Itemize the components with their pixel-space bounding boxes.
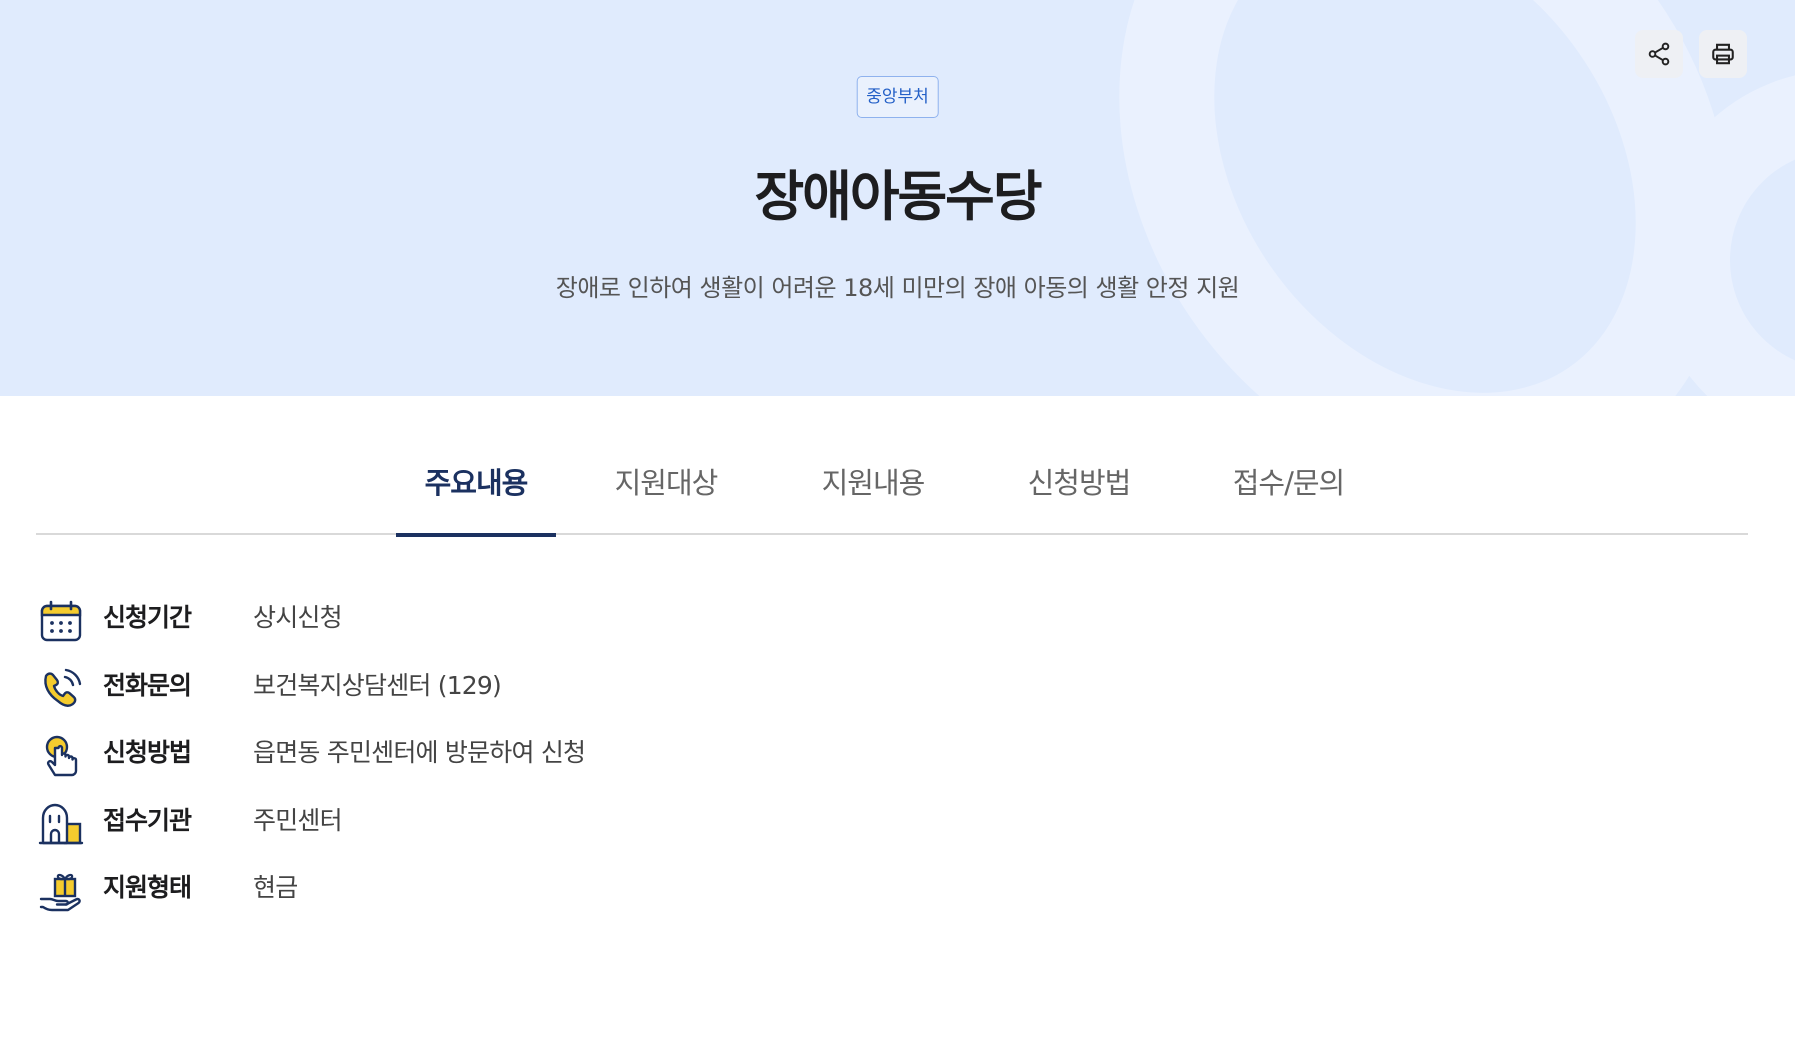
summary-value: 주민센터	[253, 805, 343, 835]
summary-label: 지원형태	[103, 873, 192, 902]
summary-row-agency: 접수기관 주민센터	[38, 791, 343, 859]
summary-row-support-type: 지원형태 현금	[38, 858, 298, 926]
summary-value: 현금	[253, 873, 298, 902]
building-icon	[38, 801, 84, 847]
phone-icon	[38, 666, 84, 712]
hero-banner: 중앙부처 장애아동수당 장애로 인하여 생활이 어려운 18세 미만의 장애 아…	[0, 0, 1795, 396]
summary-value: 상시신청	[253, 603, 343, 632]
summary-row-application-period: 신청기간 상시신청	[38, 588, 343, 656]
calendar-icon	[38, 599, 84, 645]
share-icon	[1648, 42, 1670, 66]
print-button[interactable]	[1699, 30, 1747, 78]
summary-row-phone: 전화문의 보건복지상담센터 (129)	[38, 656, 502, 724]
hero-actions	[1635, 30, 1747, 78]
summary-value: 보건복지상담센터 (129)	[253, 670, 502, 700]
hand-pointer-icon	[38, 734, 84, 780]
summary-row-method: 신청방법 읍면동 주민센터에 방문하여 신청	[38, 723, 586, 791]
summary-label: 전화문의	[103, 670, 192, 700]
summary-label: 신청기간	[103, 603, 192, 632]
category-badge: 중앙부처	[856, 76, 939, 118]
tab-benefits[interactable]: 지원내용	[798, 440, 948, 535]
summary-label: 접수기관	[103, 805, 192, 835]
print-icon	[1712, 43, 1734, 65]
tab-eligibility[interactable]: 지원대상	[591, 440, 741, 535]
summary-value: 읍면동 주민센터에 방문하여 신청	[253, 738, 586, 767]
gift-hand-icon	[38, 869, 84, 915]
tab-contact[interactable]: 접수/문의	[1206, 440, 1371, 535]
summary-label: 신청방법	[103, 738, 192, 767]
share-button[interactable]	[1635, 30, 1683, 78]
page-description: 장애로 인하여 생활이 어려운 18세 미만의 장애 아동의 생활 안정 지원	[555, 274, 1240, 302]
summary-list: 신청기간 상시신청 전화문의 보건복지상담센터 (129) 신청방법 읍면동 주…	[38, 588, 586, 926]
page-title: 장애아동수당	[754, 165, 1042, 228]
content-tabs: 주요내용 지원대상 지원내용 신청방법 접수/문의	[36, 440, 1748, 537]
tab-main-content[interactable]: 주요내용	[396, 440, 556, 537]
tab-how-to-apply[interactable]: 신청방법	[1004, 440, 1154, 535]
